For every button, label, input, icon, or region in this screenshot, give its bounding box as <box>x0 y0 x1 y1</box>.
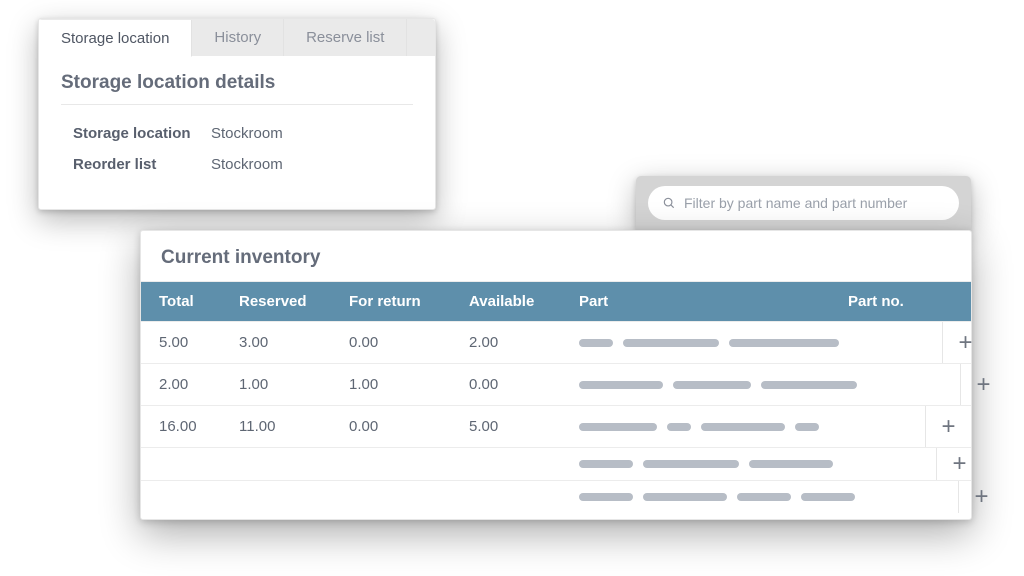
detail-key: Storage location <box>61 125 211 142</box>
cell-part <box>561 369 865 401</box>
cell-reserved: 1.00 <box>221 364 331 405</box>
col-for-return: For return <box>331 282 451 321</box>
col-part-no: Part no. <box>830 282 925 321</box>
detail-value: Stockroom <box>211 125 283 142</box>
tab-reserve-list[interactable]: Reserve list <box>284 19 407 56</box>
table-row: 5.00 3.00 0.00 2.00 + <box>141 321 971 363</box>
cell-available <box>451 485 561 509</box>
storage-tabs: Storage location History Reserve list <box>39 19 435 56</box>
inventory-header: Total Reserved For return Available Part… <box>141 282 971 321</box>
search-input[interactable] <box>684 195 945 211</box>
storage-location-card: Storage location History Reserve list St… <box>38 18 436 210</box>
tab-storage-location[interactable]: Storage location <box>39 20 192 57</box>
search-icon <box>662 196 676 210</box>
col-part: Part <box>561 282 830 321</box>
col-reserved: Reserved <box>221 282 331 321</box>
cell-part <box>561 327 847 359</box>
cell-part-no <box>865 373 960 397</box>
cell-total: 5.00 <box>141 322 221 363</box>
cell-part <box>561 448 841 480</box>
cell-part <box>561 411 830 443</box>
cell-reserved: 3.00 <box>221 322 331 363</box>
storage-details-title: Storage location details <box>61 72 413 105</box>
inventory-card: Current inventory Total Reserved For ret… <box>140 230 972 520</box>
cell-total: 2.00 <box>141 364 221 405</box>
col-total: Total <box>141 282 221 321</box>
cell-for-return: 0.00 <box>331 322 451 363</box>
add-button[interactable]: + <box>942 322 988 363</box>
add-button[interactable]: + <box>958 481 1004 513</box>
cell-available <box>451 452 561 476</box>
detail-value: Stockroom <box>211 156 283 173</box>
cell-for-return: 1.00 <box>331 364 451 405</box>
cell-reserved: 11.00 <box>221 406 331 447</box>
tab-history[interactable]: History <box>192 19 284 56</box>
table-row: 16.00 11.00 0.00 5.00 + <box>141 405 971 447</box>
detail-row-reorder-list: Reorder list Stockroom <box>61 150 413 181</box>
cell-part-no <box>841 452 936 476</box>
cell-reserved <box>221 452 331 476</box>
table-row: 2.00 1.00 1.00 0.00 + <box>141 363 971 405</box>
cell-for-return <box>331 485 451 509</box>
table-row: + <box>141 447 971 480</box>
cell-total <box>141 452 221 476</box>
cell-part-no <box>863 485 958 509</box>
inventory-title: Current inventory <box>141 247 971 282</box>
detail-key: Reorder list <box>61 156 211 173</box>
cell-available: 0.00 <box>451 364 561 405</box>
cell-available: 5.00 <box>451 406 561 447</box>
table-row: + <box>141 480 971 513</box>
cell-for-return: 0.00 <box>331 406 451 447</box>
detail-row-storage-location: Storage location Stockroom <box>61 119 413 150</box>
col-available: Available <box>451 282 561 321</box>
add-button[interactable]: + <box>925 406 971 447</box>
cell-reserved <box>221 485 331 509</box>
search-bar <box>636 176 971 230</box>
cell-part-no <box>847 331 942 355</box>
cell-available: 2.00 <box>451 322 561 363</box>
add-button[interactable]: + <box>936 448 982 480</box>
add-button[interactable]: + <box>960 364 1006 405</box>
search-pill[interactable] <box>648 186 959 220</box>
cell-part-no <box>830 415 925 439</box>
cell-total <box>141 485 221 509</box>
cell-total: 16.00 <box>141 406 221 447</box>
cell-for-return <box>331 452 451 476</box>
col-actions <box>925 291 971 313</box>
cell-part <box>561 481 863 513</box>
